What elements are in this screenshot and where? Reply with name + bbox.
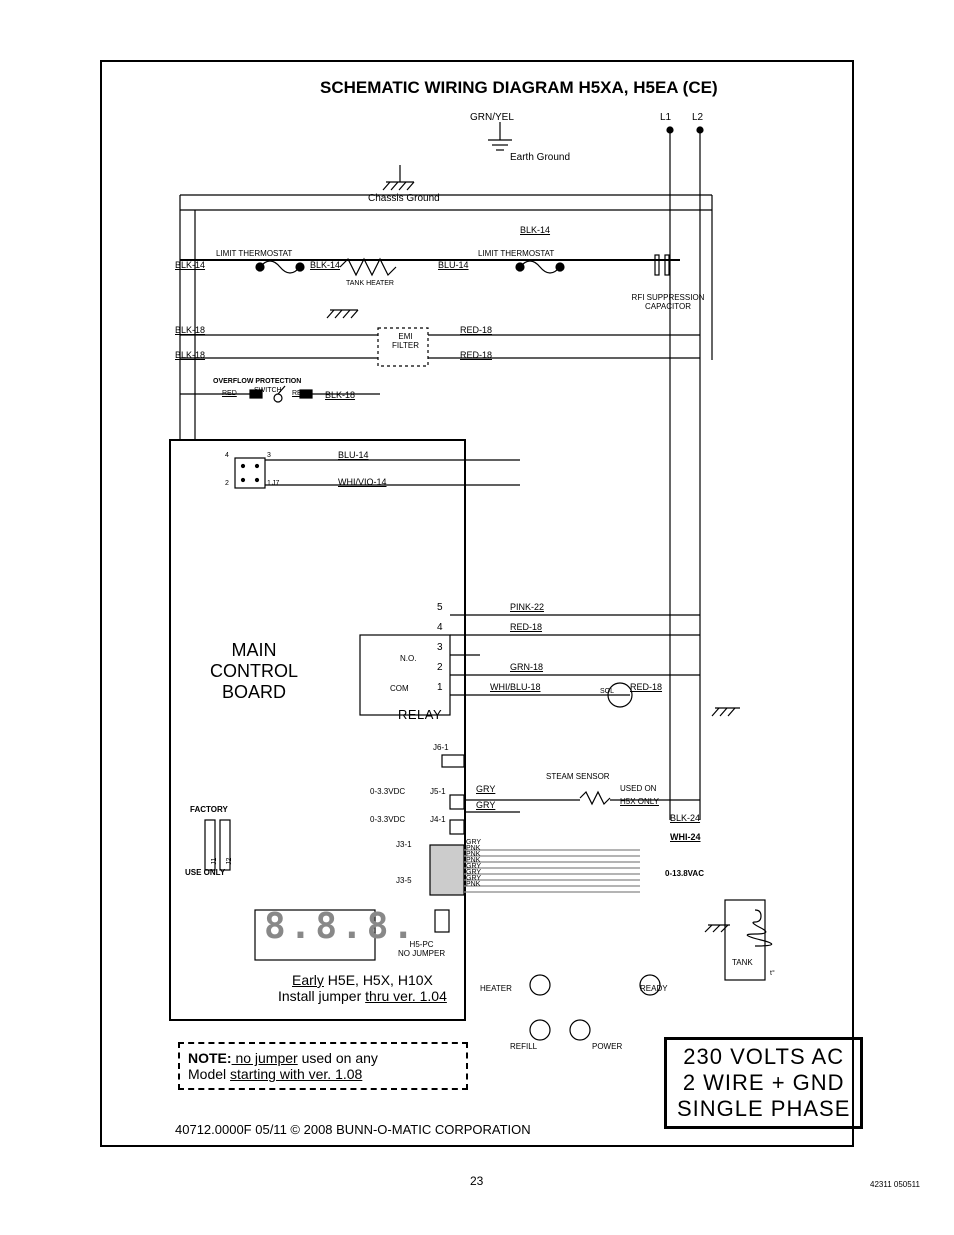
rfi-label: RFI SUPPRESSIONCAPACITOR (618, 293, 718, 311)
overflow-switch: SWITCH (254, 387, 282, 394)
wire-grn18: GRN-18 (510, 662, 543, 672)
useonly-label: USE ONLY (185, 868, 225, 877)
page-number: 23 (470, 1174, 483, 1188)
relay-pin-3: 3 (437, 642, 443, 653)
l2-label: L2 (692, 112, 703, 123)
overflow-red1: RED (222, 390, 237, 397)
wire-blk14-c: BLK-14 (520, 225, 550, 235)
relay-no: N.O. (400, 654, 416, 663)
steam-sensor-label: STEAM SENSOR (546, 772, 610, 781)
relay-com: COM (390, 684, 409, 693)
wire-blk18-a: BLK-18 (175, 325, 205, 335)
j7-1: 1 (267, 480, 271, 487)
j7-4: 4 (225, 452, 229, 459)
doc-number: 42311 050511 (870, 1180, 920, 1189)
wire-blk24: BLK-24 (670, 813, 700, 823)
voltage-box: 230 VOLTS AC 2 WIRE + GND SINGLE PHASE (664, 1037, 863, 1129)
factory-label: FACTORY (190, 805, 228, 814)
wire-whiblu18: WHI/BLU-18 (490, 682, 541, 692)
steam-used: USED ON (620, 784, 656, 793)
relay-pin-1: 1 (437, 682, 443, 693)
sol-label: SOL (600, 688, 614, 695)
jumper-note: Early H5E, H5X, H10X Install jumper thru… (278, 972, 447, 1004)
l1-label: L1 (660, 112, 671, 123)
tank-temp: t° (770, 970, 775, 977)
j4-label: J4-1 (430, 815, 446, 824)
wire-gry1: GRY (476, 784, 495, 794)
steam-only: H5X ONLY (620, 797, 659, 806)
wire-blk18-c: BLK-18 (325, 390, 355, 400)
tank-volt: 0-13.8VAC (665, 869, 704, 878)
wire-whivio14: WHI/VIO-14 (338, 477, 387, 487)
wire-gry2: GRY (476, 800, 495, 810)
relay-label: RELAY (398, 707, 442, 722)
j7-label: J7 (272, 480, 279, 487)
j2-label: J2 (226, 858, 233, 865)
wire-blu14-a: BLU-14 (438, 260, 469, 270)
relay-pin-2: 2 (437, 662, 443, 673)
relay-pin-4: 4 (437, 622, 443, 633)
diagram-title: SCHEMATIC WIRING DIAGRAM H5XA, H5EA (CE) (320, 78, 718, 98)
overflow-title: OVERFLOW PROTECTION (213, 378, 301, 385)
refill-indicator: REFILL (510, 1042, 537, 1051)
wire-blk18-b: BLK-18 (175, 350, 205, 360)
seven-segment-display: 8.8.8. (264, 906, 418, 947)
wire-blu14-b: BLU-14 (338, 450, 369, 460)
wire-red18-b: RED-18 (460, 350, 492, 360)
earth-ground-label: Earth Ground (510, 152, 570, 163)
wire-pink22: PINK-22 (510, 602, 544, 612)
j3-5-label: J3-5 (396, 876, 412, 885)
limit-thermostat-1: LIMIT THERMOSTAT (216, 249, 292, 258)
j1-label: J1 (211, 858, 218, 865)
overflow-red2: RED (292, 390, 307, 397)
h5pc-label: H5-PCNO JUMPER (398, 940, 445, 958)
wire-whi24: WHI-24 (670, 832, 701, 842)
j7-2: 2 (225, 480, 229, 487)
chassis-ground-label: Chassis Ground (368, 193, 440, 204)
wire-blk14-b: BLK-14 (310, 260, 340, 270)
tank-heater-label: TANK HEATER (346, 280, 394, 287)
power-indicator: POWER (592, 1042, 622, 1051)
note-box: NOTE: no jumper used on any Model starti… (178, 1042, 468, 1090)
grn-yel-label: GRN/YEL (470, 112, 514, 123)
relay-pin-5: 5 (437, 602, 443, 613)
wire-blk14-a: BLK-14 (175, 260, 205, 270)
limit-thermostat-2: LIMIT THERMOSTAT (478, 249, 554, 258)
j5-label: J5-1 (430, 787, 446, 796)
footer-text: 40712.0000F 05/11 © 2008 BUNN-O-MATIC CO… (175, 1122, 531, 1137)
j5-volt: 0-3.3VDC (370, 787, 405, 796)
j7-3: 3 (267, 452, 271, 459)
wire-red18-d: RED-18 (630, 682, 662, 692)
ribbon-labels: GRYPNK PNKPNK GRYGRY GRYPNK (466, 840, 481, 888)
j6-label: J6-1 (433, 743, 449, 752)
j3-1-label: J3-1 (396, 840, 412, 849)
tank-label: TANK (732, 958, 753, 967)
main-control-board-label: MAIN CONTROL BOARD (210, 640, 298, 703)
j4-volt: 0-3.3VDC (370, 815, 405, 824)
wire-red18-c: RED-18 (510, 622, 542, 632)
ready-indicator: READY (640, 984, 668, 993)
emi-filter-label: EMIFILTER (392, 332, 419, 350)
page-border (100, 60, 854, 1147)
wire-red18-a: RED-18 (460, 325, 492, 335)
heater-indicator: HEATER (480, 984, 512, 993)
